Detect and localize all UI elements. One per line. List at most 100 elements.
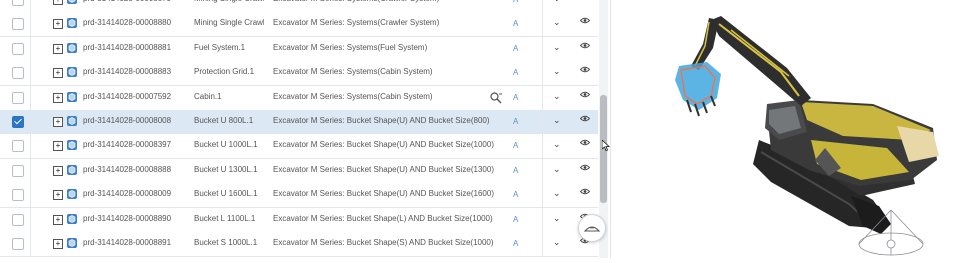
row-checkbox[interactable] bbox=[12, 91, 24, 104]
table-row[interactable]: + prd-31414028-00008891 Bucket S 1000L.1 Ex… bbox=[0, 232, 598, 257]
row-checkbox[interactable] bbox=[12, 189, 24, 202]
part-cube-icon bbox=[67, 140, 77, 151]
part-cube-icon bbox=[67, 164, 77, 175]
3d-viewer[interactable] bbox=[611, 0, 960, 258]
expand-plus-icon[interactable]: + bbox=[53, 0, 63, 5]
part-name: Protection Grid.1 bbox=[194, 67, 255, 77]
part-description: Excavator M Series: Systems(Fuel System) bbox=[273, 42, 428, 52]
part-id[interactable]: prd-31414028-00008009 bbox=[83, 189, 171, 198]
column-divider bbox=[30, 61, 31, 86]
row-checkbox[interactable] bbox=[12, 164, 24, 177]
row-checkbox[interactable] bbox=[12, 140, 24, 153]
part-id[interactable]: prd-31414028-00008883 bbox=[83, 67, 171, 76]
table-row[interactable]: + prd-31414028-00008397 Bucket U 1000L.1 Ex… bbox=[0, 134, 598, 160]
part-cube-icon bbox=[67, 67, 77, 78]
table-row[interactable]: + prd-31414028-00008009 Bucket U 1600L.1 Ex… bbox=[0, 183, 598, 209]
excavator-3d-model[interactable] bbox=[611, 0, 960, 258]
status-icon[interactable]: A bbox=[513, 166, 518, 175]
part-description: Excavator M Series: Systems(Cabin System… bbox=[273, 67, 433, 77]
part-id[interactable]: prd-31414028-00008008 bbox=[83, 116, 171, 125]
eye-icon[interactable] bbox=[580, 17, 590, 24]
column-divider bbox=[30, 183, 31, 208]
chevron-down-icon[interactable]: ⌄ bbox=[553, 91, 561, 102]
part-cube-icon bbox=[67, 42, 77, 53]
part-name: Mining Single Crawl... bbox=[194, 18, 264, 28]
expand-plus-icon[interactable]: + bbox=[53, 68, 63, 79]
floating-action-button[interactable] bbox=[578, 214, 606, 242]
expand-plus-icon[interactable]: + bbox=[53, 92, 63, 103]
table-row[interactable]: + prd-31414028-00008888 Bucket U 1300L.1 Ex… bbox=[0, 158, 598, 184]
expand-plus-icon[interactable]: + bbox=[53, 19, 63, 30]
row-checkbox[interactable] bbox=[12, 238, 24, 250]
part-id[interactable]: prd-31414028-00008879 bbox=[83, 0, 171, 3]
table-row[interactable]: + prd-31414028-00008879 Mining Single Craw… bbox=[0, 0, 598, 13]
table-row[interactable]: + prd-31414028-00008880 Mining Single Craw… bbox=[0, 12, 598, 38]
eye-icon[interactable] bbox=[580, 164, 590, 171]
chevron-down-icon[interactable]: ⌄ bbox=[553, 237, 561, 248]
status-icon[interactable]: A bbox=[513, 215, 518, 224]
mouse-pointer-icon bbox=[602, 140, 610, 151]
eye-icon[interactable] bbox=[580, 115, 590, 122]
part-id[interactable]: prd-31414028-00008888 bbox=[83, 165, 171, 174]
status-icon[interactable]: A bbox=[513, 93, 518, 102]
part-id[interactable]: prd-31414028-00008397 bbox=[83, 140, 171, 149]
column-divider bbox=[30, 232, 31, 256]
eye-icon[interactable] bbox=[580, 42, 590, 49]
expand-plus-icon[interactable]: + bbox=[53, 117, 63, 127]
row-checkbox[interactable] bbox=[12, 0, 24, 6]
eye-icon[interactable] bbox=[580, 188, 590, 195]
table-row[interactable]: + prd-31414028-00008881 Fuel System.1 Excav… bbox=[0, 36, 598, 62]
status-icon[interactable]: A bbox=[513, 117, 518, 126]
row-checkbox[interactable] bbox=[12, 213, 24, 226]
part-id[interactable]: prd-31414028-00008890 bbox=[83, 214, 171, 223]
row-checkbox[interactable] bbox=[12, 42, 24, 55]
part-cube-icon bbox=[67, 18, 77, 29]
expand-plus-icon[interactable]: + bbox=[53, 239, 63, 249]
column-divider bbox=[542, 110, 543, 134]
chevron-down-icon[interactable]: ⌄ bbox=[553, 0, 561, 4]
expand-plus-icon[interactable]: + bbox=[53, 43, 63, 54]
status-icon[interactable]: A bbox=[513, 0, 518, 4]
status-icon[interactable]: A bbox=[513, 19, 518, 28]
part-id[interactable]: prd-31414028-00007592 bbox=[83, 92, 171, 101]
chevron-down-icon[interactable]: ⌄ bbox=[553, 42, 561, 53]
eye-icon[interactable] bbox=[580, 66, 590, 73]
expand-plus-icon[interactable]: + bbox=[53, 165, 63, 176]
chevron-down-icon[interactable]: ⌄ bbox=[553, 17, 561, 28]
part-name: Bucket U 1000L.1 bbox=[194, 140, 258, 150]
chevron-down-icon[interactable]: ⌄ bbox=[553, 66, 561, 77]
table-row[interactable]: + prd-31414028-00008890 Bucket L 1100L.1 Ex… bbox=[0, 207, 598, 233]
eye-icon[interactable] bbox=[580, 139, 590, 146]
chevron-down-icon[interactable]: ⌄ bbox=[553, 139, 561, 150]
expand-plus-icon[interactable]: + bbox=[53, 141, 63, 152]
part-cube-icon bbox=[67, 0, 77, 4]
expand-plus-icon[interactable]: + bbox=[53, 214, 63, 225]
status-icon[interactable]: A bbox=[513, 44, 518, 53]
chevron-down-icon[interactable]: ⌄ bbox=[553, 188, 561, 199]
status-icon[interactable]: A bbox=[513, 68, 518, 77]
table-row[interactable]: + prd-31414028-00008008 Bucket U 800L.1 Exc… bbox=[0, 110, 598, 135]
column-divider bbox=[542, 0, 543, 12]
row-checkbox[interactable] bbox=[12, 18, 24, 31]
table-row[interactable]: + prd-31414028-00008883 Protection Grid.1 E… bbox=[0, 61, 598, 87]
chevron-down-icon[interactable]: ⌄ bbox=[553, 164, 561, 175]
part-id[interactable]: prd-31414028-00008881 bbox=[83, 43, 171, 52]
magnifier-search-icon[interactable] bbox=[489, 91, 503, 105]
column-divider bbox=[30, 0, 31, 12]
part-name: Cabin.1 bbox=[194, 91, 222, 101]
row-checkbox[interactable] bbox=[12, 116, 24, 128]
expand-plus-icon[interactable]: + bbox=[53, 190, 63, 201]
column-divider bbox=[542, 36, 543, 61]
status-icon[interactable]: A bbox=[513, 190, 518, 199]
part-id[interactable]: prd-31414028-00008891 bbox=[83, 238, 171, 247]
part-name: Mining Single Crawl... bbox=[194, 0, 264, 3]
row-checkbox[interactable] bbox=[12, 67, 24, 80]
part-id[interactable]: prd-31414028-00008880 bbox=[83, 18, 171, 27]
chevron-down-icon[interactable]: ⌄ bbox=[553, 213, 561, 224]
chevron-down-icon[interactable]: ⌄ bbox=[553, 115, 561, 126]
table-row[interactable]: + prd-31414028-00007592 Cabin.1 Excavator M… bbox=[0, 85, 598, 111]
status-icon[interactable]: A bbox=[513, 239, 518, 248]
status-icon[interactable]: A bbox=[513, 141, 518, 150]
eye-icon[interactable] bbox=[580, 91, 590, 98]
column-divider bbox=[542, 134, 543, 159]
